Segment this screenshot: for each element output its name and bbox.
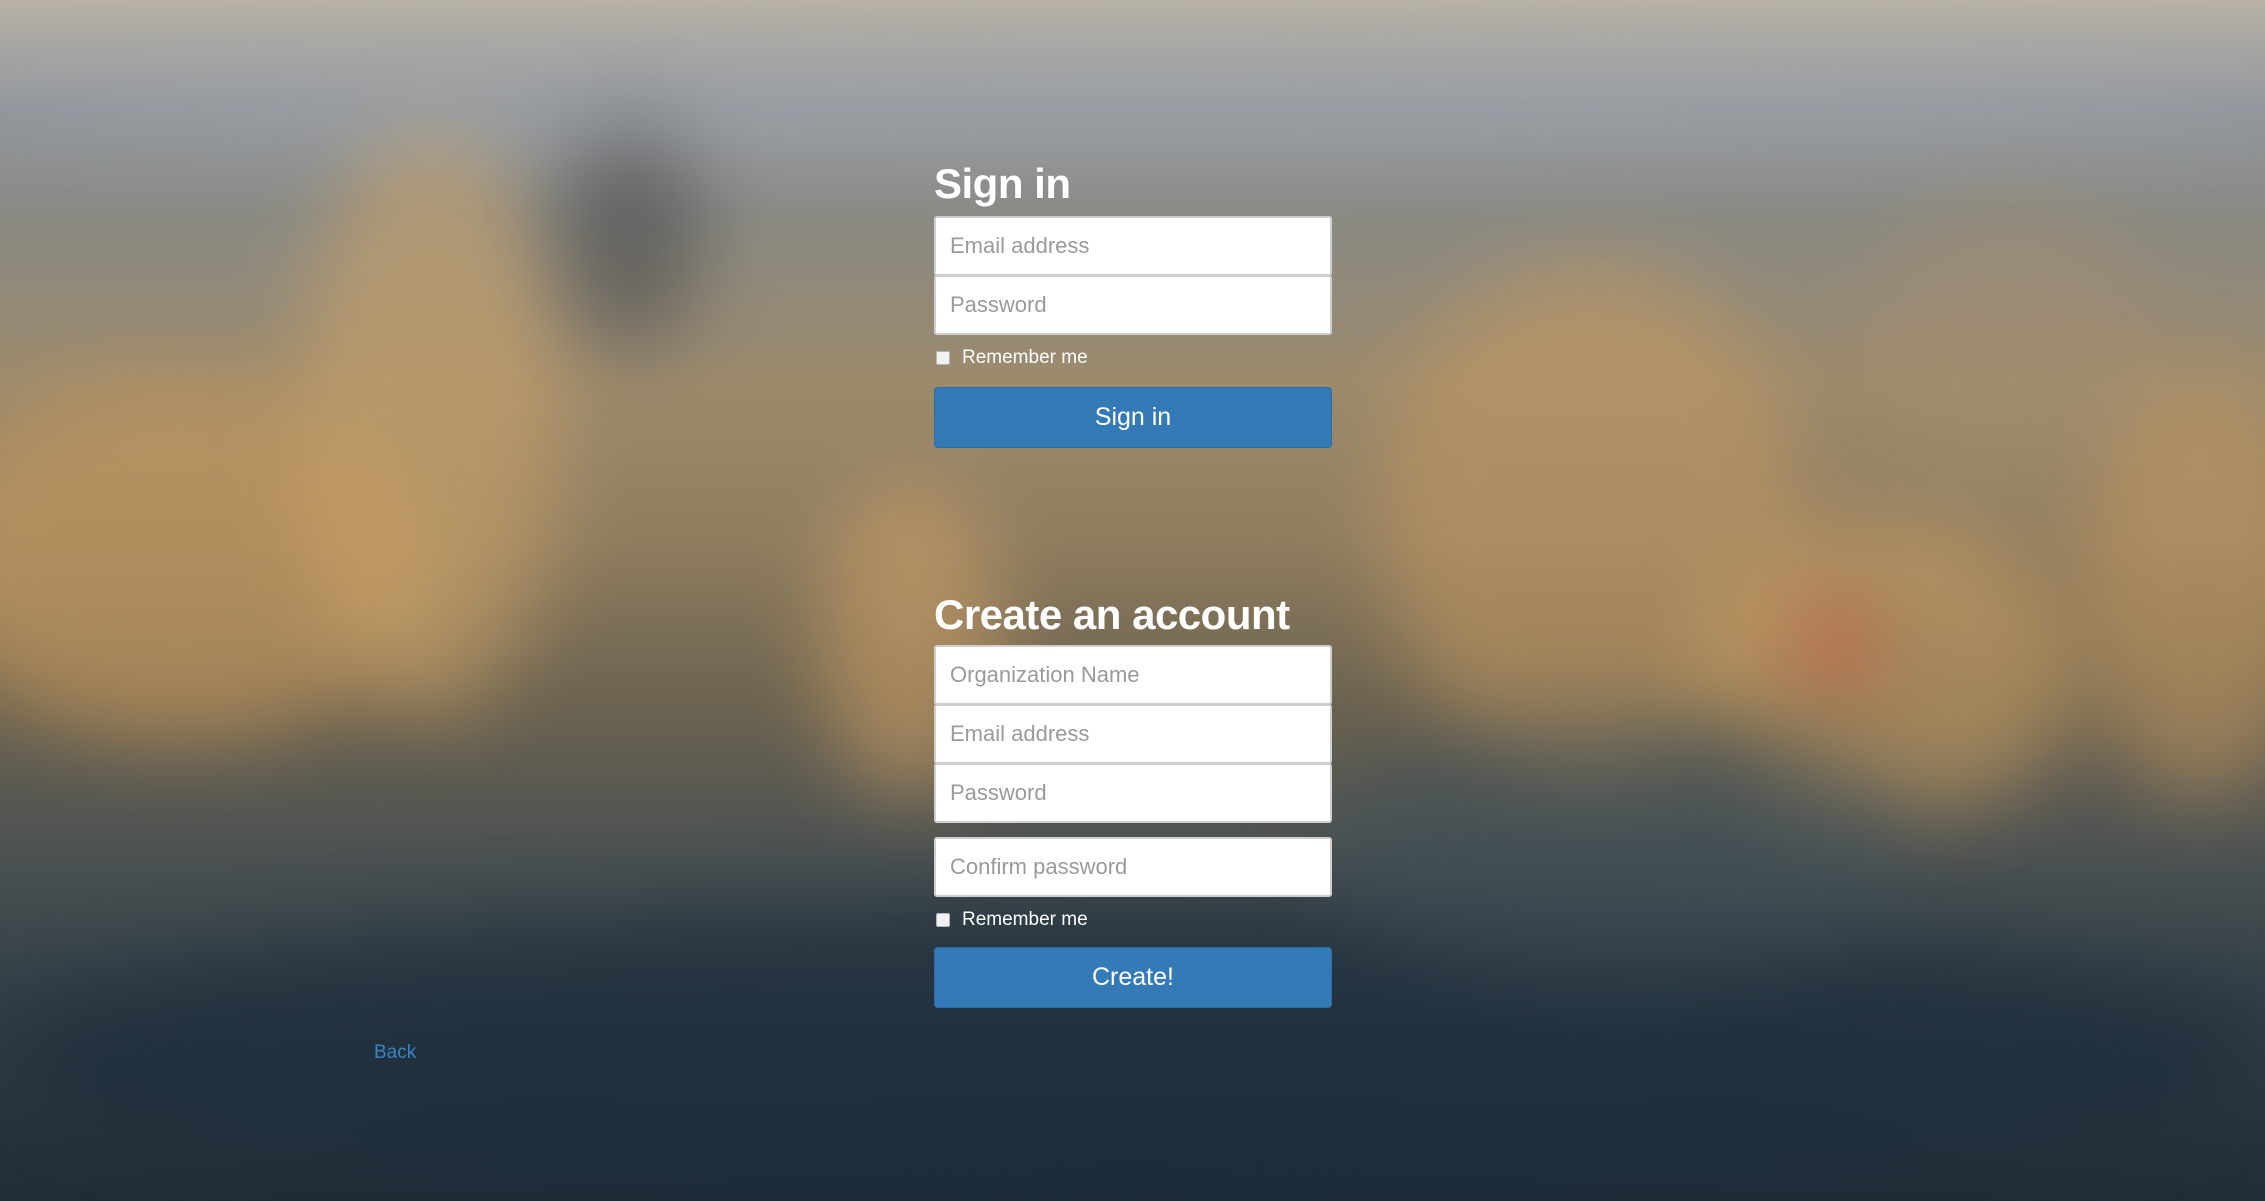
create-email-input[interactable]: [934, 704, 1332, 764]
create-account-heading: Create an account: [934, 591, 1290, 638]
signin-email-input[interactable]: [934, 216, 1332, 276]
create-password-input[interactable]: [934, 763, 1332, 823]
signin-button[interactable]: Sign in: [934, 387, 1332, 448]
signin-heading: Sign in: [934, 160, 1071, 207]
create-remember-checkbox[interactable]: [936, 913, 950, 927]
create-account-button[interactable]: Create!: [934, 947, 1332, 1008]
signin-fields: [934, 216, 1332, 335]
signin-panel: Sign in Remember me Sign in: [934, 160, 1332, 448]
back-link[interactable]: Back: [374, 1042, 416, 1064]
confirm-password-input[interactable]: [934, 837, 1332, 897]
signin-password-input[interactable]: [934, 275, 1332, 335]
create-remember-label: Remember me: [962, 909, 1088, 930]
signin-remember-row: Remember me: [934, 346, 1332, 370]
signin-remember-label: Remember me: [962, 347, 1088, 368]
create-account-panel: Create an account Remember me Create!: [934, 591, 1332, 1008]
create-account-fields: [934, 645, 1332, 897]
organization-name-input[interactable]: [934, 645, 1332, 705]
signin-remember-checkbox[interactable]: [936, 351, 950, 365]
create-remember-row: Remember me: [934, 908, 1332, 932]
